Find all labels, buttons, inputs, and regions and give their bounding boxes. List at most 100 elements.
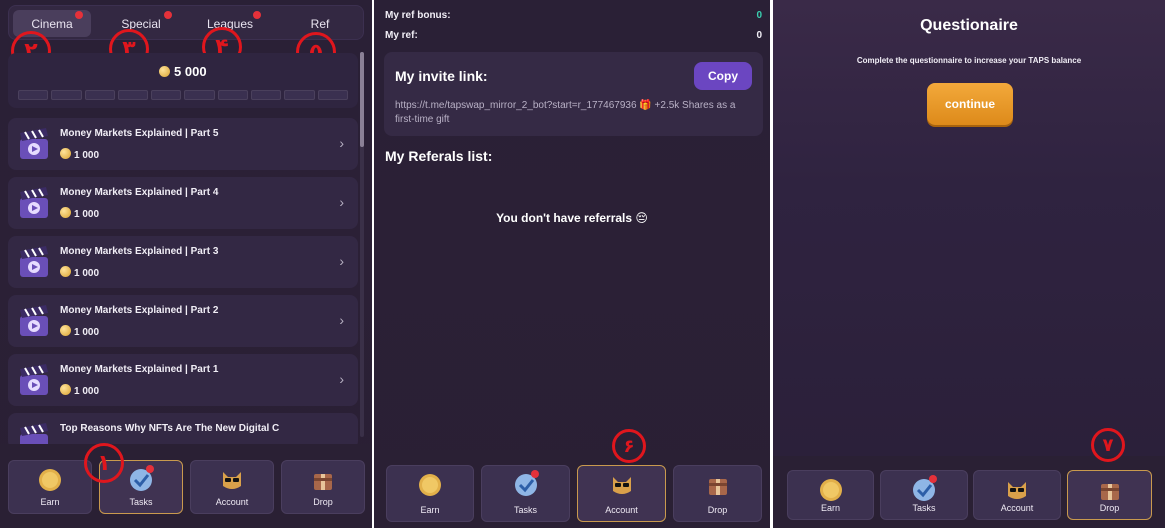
notification-dot: [530, 470, 539, 478]
scrollbar-thumb[interactable]: [360, 52, 364, 147]
notification-dot: [253, 11, 261, 19]
task-reward: 1 000: [60, 325, 99, 338]
balance-card: 5 000: [8, 53, 358, 108]
task-reward: 1 000: [60, 266, 99, 279]
chevron-right-icon: ›: [339, 253, 344, 269]
coin-icon: [39, 469, 61, 491]
coin-icon: [60, 266, 71, 277]
balance: 5 000: [8, 64, 358, 79]
ref-bonus-label: My ref bonus:: [385, 10, 451, 21]
nav-tasks[interactable]: Tasks: [481, 465, 570, 522]
tab-label: Ref: [310, 16, 330, 31]
gift-box-icon: [1100, 484, 1119, 500]
progress-segment: [117, 90, 149, 100]
task-reward-value: 1 000: [74, 386, 100, 397]
annotation-circle: ٧: [1091, 428, 1125, 462]
coin-icon: [60, 384, 71, 395]
nav-earn[interactable]: Earn: [8, 460, 92, 514]
coin-icon: [419, 474, 441, 496]
ref-bonus-value: 0: [756, 10, 762, 21]
nav-account[interactable]: Account: [577, 465, 666, 522]
cat-sunglasses-avatar-icon: [1008, 482, 1026, 499]
task-reward-value: 1 000: [74, 327, 100, 338]
task-reward-value: 1 000: [74, 209, 100, 220]
copy-button[interactable]: Copy: [694, 62, 752, 90]
task-reward-value: 1 000: [74, 268, 100, 279]
nav-earn[interactable]: Earn: [386, 465, 474, 522]
progress-segment: [251, 90, 282, 100]
coin-icon: [60, 148, 71, 159]
bottom-nav: Earn Tasks Account Drop: [374, 450, 770, 528]
page-title: Questionaire: [920, 17, 1018, 34]
nav-label: Account: [1000, 503, 1034, 513]
ref-bonus-row: My ref bonus: 0: [385, 10, 762, 21]
nav-drop[interactable]: Drop: [1067, 470, 1152, 520]
nav-label: Drop: [1099, 503, 1120, 513]
scrollbar[interactable]: [360, 52, 364, 437]
clapperboard-video-icon: [20, 187, 48, 218]
coin-icon: [159, 66, 171, 77]
nav-account[interactable]: Account: [973, 470, 1061, 520]
nav-label: Earn: [40, 497, 60, 507]
nav-drop[interactable]: Drop: [281, 460, 365, 514]
tab-label: Cinema: [31, 16, 73, 31]
questionnaire-panel: Questionaire Complete the questionnaire …: [773, 0, 1165, 528]
progress-segment: [51, 90, 82, 100]
balance-value: 5 000: [174, 64, 207, 79]
progress-segment: [151, 90, 182, 100]
coin-icon: [819, 479, 842, 501]
progress-segment: [184, 90, 215, 100]
nav-account[interactable]: Account: [190, 460, 274, 514]
task-title: Money Markets Explained | Part 3: [60, 246, 219, 257]
task-row[interactable]: Money Markets Explained | Part 5 1 000 ›: [8, 118, 358, 170]
referral-panel: My ref bonus: 0 My ref: 0 My invite link…: [374, 0, 770, 528]
chevron-right-icon: ›: [339, 194, 344, 210]
progress-segment: [317, 90, 348, 100]
task-row[interactable]: Money Markets Explained | Part 2 1 000 ›: [8, 295, 358, 347]
task-title: Money Markets Explained | Part 2: [60, 305, 219, 316]
progress-segment: [84, 90, 115, 100]
ref-count-value: 0: [756, 30, 762, 41]
nav-label: Earn: [420, 505, 440, 515]
nav-tasks[interactable]: Tasks: [880, 470, 968, 520]
notification-dot: [145, 465, 154, 473]
cat-sunglasses-avatar-icon: [612, 477, 631, 494]
clapperboard-video-icon: [20, 128, 48, 159]
chevron-right-icon: ›: [339, 312, 344, 328]
tasks-panel: Cinema Special Leagues Ref ٢ ٣ ۴ ۵ 5 000: [0, 0, 372, 528]
ref-count-label: My ref:: [385, 30, 418, 41]
notification-dot: [75, 11, 83, 19]
task-row[interactable]: Money Markets Explained | Part 3 1 000 ›: [8, 236, 358, 288]
task-title: Top Reasons Why NFTs Are The New Digital…: [60, 423, 280, 434]
invite-heading: My invite link:: [395, 68, 488, 84]
nav-drop[interactable]: Drop: [673, 465, 762, 522]
invite-link-card: My invite link: Copy https://t.me/tapswa…: [384, 52, 763, 136]
continue-button[interactable]: continue: [927, 83, 1013, 125]
nav-label: Tasks: [912, 503, 936, 513]
task-reward-value: 1 000: [74, 150, 100, 161]
annotation-circle: ۶: [612, 429, 646, 463]
progress-segment: [18, 90, 49, 100]
task-reward: 1 000: [60, 207, 99, 220]
clapperboard-video-icon: [20, 305, 48, 336]
chevron-right-icon: ›: [339, 135, 344, 151]
nav-earn[interactable]: Earn: [787, 470, 874, 520]
nav-label: Drop: [313, 497, 333, 507]
invite-link[interactable]: https://t.me/tapswap_mirror_2_bot?start=…: [395, 99, 755, 127]
progress-segment: [217, 90, 249, 100]
nav-label: Tasks: [513, 505, 537, 515]
task-row[interactable]: Money Markets Explained | Part 1 1 000 ›: [8, 354, 358, 406]
clapperboard-video-icon: [20, 364, 48, 395]
progress-segments: [18, 90, 348, 100]
task-title: Money Markets Explained | Part 1: [60, 364, 219, 375]
coin-icon: [60, 207, 71, 218]
coin-icon: [60, 325, 71, 336]
task-title: Money Markets Explained | Part 5: [60, 128, 219, 139]
cat-sunglasses-avatar-icon: [223, 472, 241, 489]
task-title: Money Markets Explained | Part 4: [60, 187, 219, 198]
task-row[interactable]: Money Markets Explained | Part 4 1 000 ›: [8, 177, 358, 229]
bottom-nav: Earn Tasks Account Drop: [0, 444, 372, 528]
gift-box-icon: [708, 479, 727, 495]
nav-label: Tasks: [129, 497, 153, 507]
notification-dot: [164, 11, 172, 19]
